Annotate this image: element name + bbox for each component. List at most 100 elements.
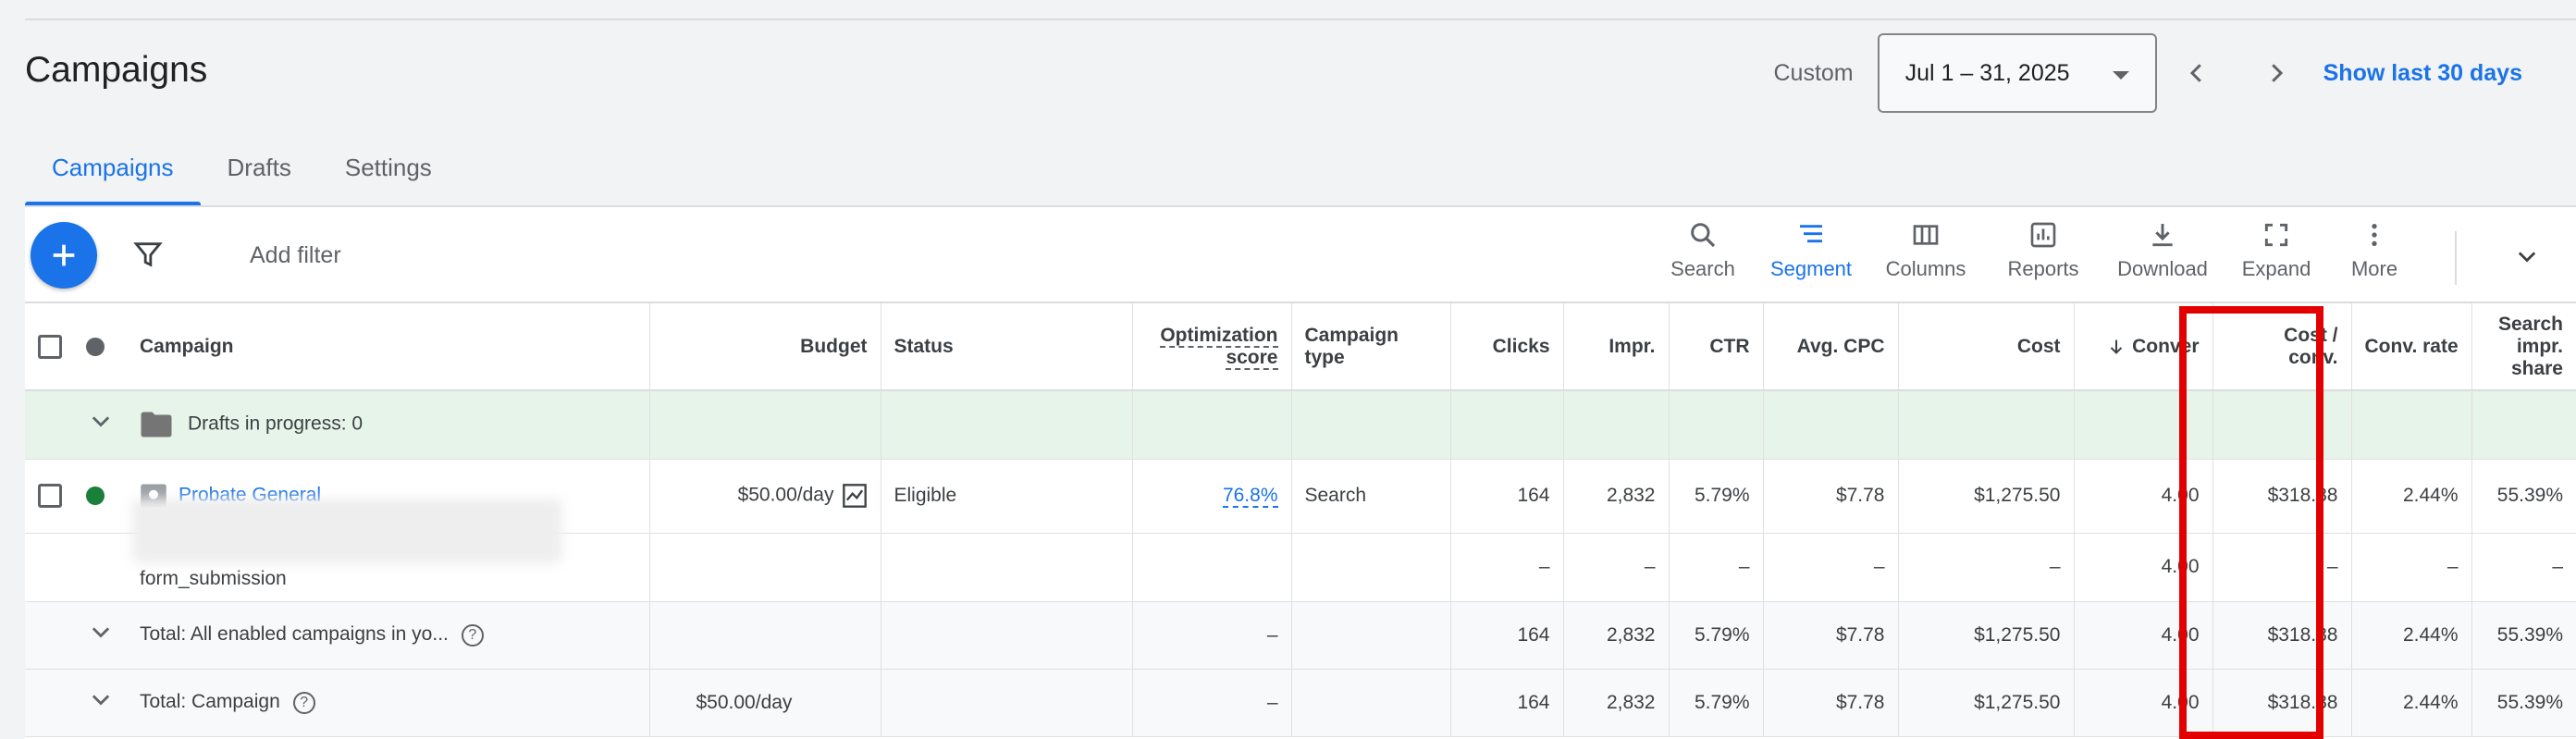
empty-cell <box>1291 669 1451 737</box>
campaign-type-cell: Search <box>1291 459 1451 534</box>
page-title: Campaigns <box>25 50 208 90</box>
conv-rate-cell: 2.44% <box>2351 459 2472 534</box>
empty-cell <box>649 601 881 670</box>
tab-drafts[interactable]: Drafts <box>201 148 318 205</box>
row-checkbox[interactable] <box>38 484 62 508</box>
select-all-checkbox[interactable] <box>38 334 62 359</box>
toolbar-divider <box>2455 231 2457 285</box>
col-avg-cpc[interactable]: Avg. CPC <box>1763 303 1899 391</box>
more-button[interactable]: More <box>2337 220 2411 292</box>
custom-label: Custom <box>1773 59 1854 86</box>
impr-cell: 2,832 <box>1563 459 1670 534</box>
add-campaign-button[interactable] <box>31 222 97 289</box>
top-divider <box>25 18 2576 20</box>
impr-cell: – <box>1563 533 1670 602</box>
arrow-down-icon <box>2110 339 2123 354</box>
clicks-cell: – <box>1450 533 1564 602</box>
redacted-text-blur <box>132 499 562 563</box>
date-range-select[interactable]: Jul 1 – 31, 2025 <box>1877 33 2157 113</box>
col-status[interactable]: Status <box>881 303 1133 391</box>
spacer-cell <box>25 601 73 670</box>
drafts-cell <box>1291 390 1451 460</box>
drafts-cell <box>1450 390 1564 460</box>
date-range-value: Jul 1 – 31, 2025 <box>1904 59 2070 86</box>
download-button-label: Download <box>2117 257 2208 280</box>
search-impr-share-cell: 55.39% <box>2471 459 2576 534</box>
empty-cell <box>1291 533 1451 602</box>
drafts-spacer-cell <box>25 390 73 460</box>
total-campaign-label: Total: Campaign <box>140 691 280 713</box>
conv-rate-cell: 2.44% <box>2351 601 2472 670</box>
search-button[interactable]: Search <box>1658 220 1747 292</box>
col-impr[interactable]: Impr. <box>1563 303 1670 391</box>
collapse-toolbar-button[interactable] <box>2512 244 2542 275</box>
status-dot-header <box>73 303 127 391</box>
col-conversions-label: Conver <box>2132 335 2200 357</box>
reports-button[interactable]: Reports <box>1997 220 2089 292</box>
segment-button[interactable]: Segment <box>1762 220 1860 292</box>
dropdown-caret-icon <box>2112 71 2129 80</box>
chevron-down-icon[interactable] <box>86 687 116 713</box>
date-range-controls: Custom Jul 1 – 31, 2025 Show last 30 day… <box>1773 33 2522 113</box>
conversions-cell: 4.00 <box>2074 669 2213 737</box>
trend-chart-icon[interactable] <box>842 483 868 509</box>
col-cost[interactable]: Cost <box>1898 303 2075 391</box>
table-toolbar: Add filter Search Segment Columns Report… <box>25 207 2576 303</box>
filter-icon <box>133 242 163 267</box>
chevron-down-icon[interactable] <box>86 620 116 646</box>
col-optimization-score[interactable]: Optimization score <box>1132 303 1292 391</box>
drafts-cell <box>1669 390 1764 460</box>
drafts-cell <box>649 390 881 460</box>
help-icon[interactable]: ? <box>461 623 484 647</box>
drafts-cell <box>2074 390 2213 460</box>
col-ctr[interactable]: CTR <box>1669 303 1764 391</box>
avg-cpc-cell: $7.78 <box>1763 669 1899 737</box>
more-vert-icon <box>2372 224 2377 246</box>
optimization-score-cell: 76.8% <box>1132 459 1292 534</box>
optimization-score-link[interactable]: 76.8% <box>1222 485 1278 508</box>
columns-icon <box>1913 225 1939 245</box>
add-filter-input[interactable]: Add filter <box>250 242 341 269</box>
row-status-dot-cell <box>73 459 127 534</box>
expand-button[interactable]: Expand <box>2232 220 2321 292</box>
col-budget[interactable]: Budget <box>649 303 881 391</box>
filter-button[interactable] <box>132 239 164 275</box>
drafts-label-cell: Drafts in progress: 0 <box>127 390 650 460</box>
optimization-score-cell: – <box>1132 601 1292 670</box>
budget-value: $50.00/day <box>737 484 834 506</box>
previous-period-button[interactable] <box>2157 33 2237 113</box>
tab-settings[interactable]: Settings <box>318 148 459 205</box>
budget-cell: $50.00/day <box>649 669 881 737</box>
total-enabled-label: Total: All enabled campaigns in yo... <box>140 623 449 646</box>
columns-button[interactable]: Columns <box>1877 220 1975 292</box>
clicks-cell: 164 <box>1450 459 1564 534</box>
chevron-down-icon[interactable] <box>86 409 116 435</box>
col-campaign-type[interactable]: Campaign type <box>1291 303 1451 391</box>
col-cost-per-conv[interactable]: Cost / conv. <box>2212 303 2352 391</box>
drafts-cell <box>2212 390 2352 460</box>
cost-per-conv-cell: – <box>2212 533 2352 602</box>
drafts-in-progress-label: Drafts in progress: 0 <box>188 413 364 435</box>
status-dot-icon[interactable] <box>86 337 105 356</box>
clicks-cell: 164 <box>1450 601 1564 670</box>
col-campaign[interactable]: Campaign <box>127 303 650 391</box>
next-period-button[interactable] <box>2237 33 2316 113</box>
cost-cell: $1,275.50 <box>1898 669 2075 737</box>
download-button[interactable]: Download <box>2110 220 2215 292</box>
col-optimization-label-2: score <box>1226 346 1278 370</box>
show-last-30-days-link[interactable]: Show last 30 days <box>2323 60 2522 87</box>
col-conversions[interactable]: Conver <box>2074 303 2213 391</box>
help-icon[interactable]: ? <box>292 691 315 714</box>
enabled-status-dot-icon[interactable] <box>86 487 105 506</box>
empty-cell <box>881 601 1133 670</box>
col-clicks[interactable]: Clicks <box>1450 303 1564 391</box>
drafts-cell <box>1132 390 1292 460</box>
expand-cell <box>73 669 127 737</box>
col-campaign-type-label-1: Campaign <box>1304 324 1399 346</box>
cost-per-conv-cell: $318.88 <box>2212 669 2352 737</box>
col-conv-rate[interactable]: Conv. rate <box>2351 303 2472 391</box>
table-header-row: Campaign Budget Status Optimization score… <box>25 303 2576 391</box>
ctr-cell: – <box>1669 533 1764 602</box>
tab-campaigns[interactable]: Campaigns <box>25 148 201 205</box>
col-search-impr-share[interactable]: Search impr. share <box>2471 303 2576 391</box>
